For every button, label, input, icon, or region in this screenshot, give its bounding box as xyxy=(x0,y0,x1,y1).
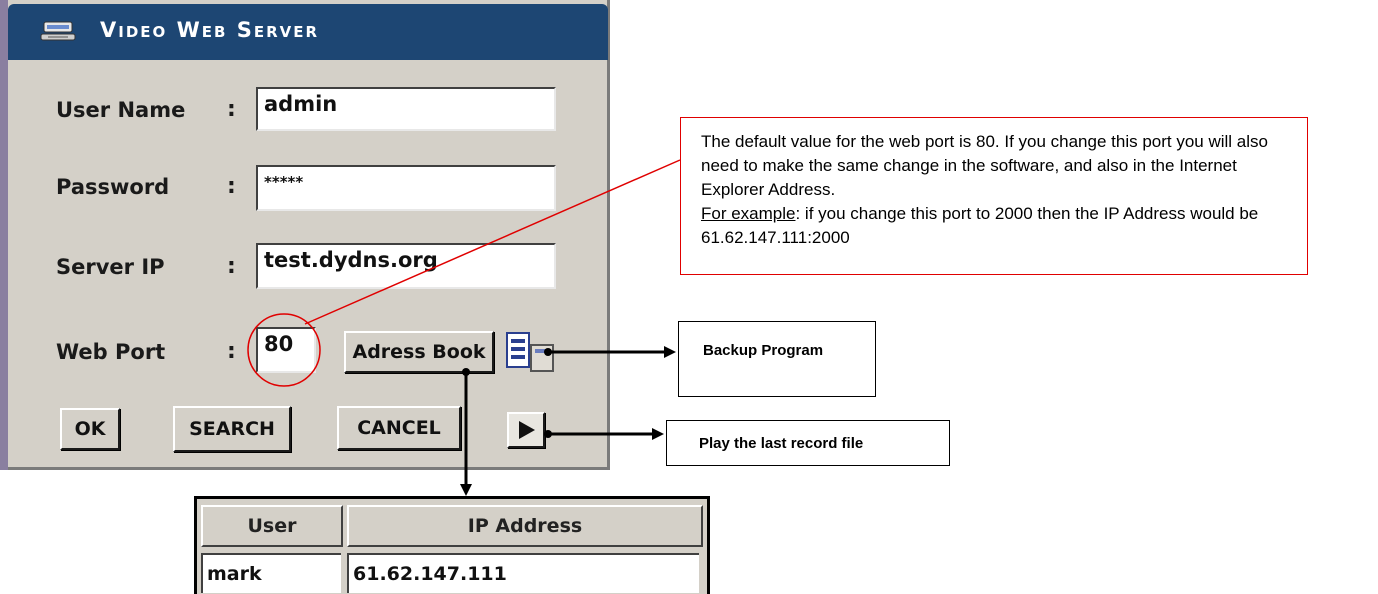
web-port-colon: : xyxy=(227,339,236,364)
table-cell-ip-address[interactable]: 61.62.147.111 xyxy=(347,553,699,593)
backup-program-text: Backup Program xyxy=(703,342,824,359)
web-port-note-example-label: For example xyxy=(701,204,796,223)
cancel-button[interactable]: CANCEL xyxy=(337,406,461,450)
password-label: Password xyxy=(56,175,170,199)
password-input[interactable]: ***** xyxy=(256,165,556,211)
video-web-server-dialog: Video Web Server User Name : admin Passw… xyxy=(0,0,610,470)
window-title: Video Web Server xyxy=(100,18,320,42)
backup-program-callout: Backup Program xyxy=(678,321,876,397)
web-port-label: Web Port xyxy=(56,340,166,364)
web-port-input[interactable]: 80 xyxy=(256,327,316,373)
backup-icon[interactable] xyxy=(505,331,555,373)
play-last-record-callout: Play the last record file xyxy=(666,420,950,466)
table-header-user[interactable]: User xyxy=(201,505,343,547)
server-ip-colon: : xyxy=(227,254,236,279)
server-ip-input[interactable]: test.dydns.org xyxy=(256,243,556,289)
user-name-label: User Name xyxy=(56,98,186,122)
web-port-note: The default value for the web port is 80… xyxy=(680,117,1308,275)
user-name-input[interactable]: admin xyxy=(256,87,556,131)
web-port-note-text-1: The default value for the web port is 80… xyxy=(701,132,1268,199)
search-button[interactable]: SEARCH xyxy=(173,406,291,452)
title-bar[interactable]: Video Web Server xyxy=(8,4,608,60)
address-book-button[interactable]: Adress Book xyxy=(344,331,494,373)
table-header-ip-address[interactable]: IP Address xyxy=(347,505,703,547)
network-server-icon xyxy=(40,21,76,41)
address-book-table: User IP Address mark 61.62.147.111 xyxy=(194,496,710,594)
window-left-edge xyxy=(0,0,8,470)
ok-button[interactable]: OK xyxy=(60,408,120,450)
user-name-colon: : xyxy=(227,97,236,122)
password-colon: : xyxy=(227,174,236,199)
play-last-record-text: Play the last record file xyxy=(699,435,864,452)
server-ip-label: Server IP xyxy=(56,255,165,279)
play-button[interactable] xyxy=(507,412,545,448)
table-cell-user[interactable]: mark xyxy=(201,553,341,593)
play-icon xyxy=(519,421,535,439)
